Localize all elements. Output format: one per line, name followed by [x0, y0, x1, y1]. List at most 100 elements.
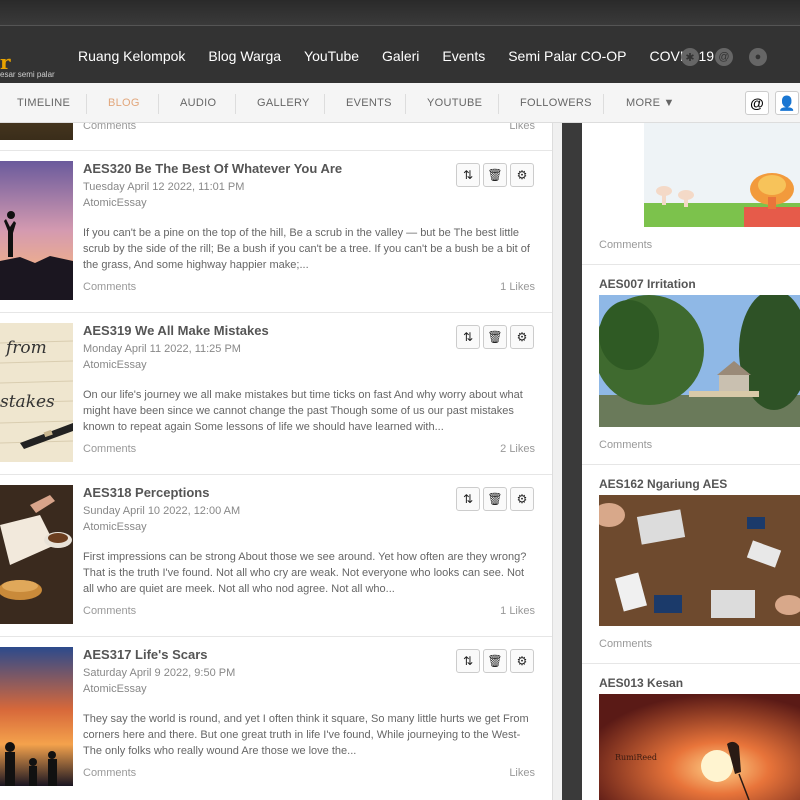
card-divider [582, 464, 800, 465]
post-thumbnail[interactable] [0, 647, 73, 786]
feed-scrollbar[interactable] [552, 123, 562, 800]
edit-settings-button[interactable]: ⇅ [456, 649, 480, 673]
post-excerpt: If you can't be a pine on the top of the… [83, 227, 530, 271]
subnav-divider [86, 94, 87, 114]
post-date: Tuesday April 12 2022, 11:01 PM [83, 181, 245, 193]
edit-settings-button[interactable]: ⇅ [456, 163, 480, 187]
post-title[interactable]: AES317 Life's Scars [83, 647, 208, 662]
subnav-divider [603, 94, 604, 114]
subnav-divider [405, 94, 406, 114]
tab-more[interactable]: MORE ▼ [626, 97, 675, 109]
tab-events[interactable]: EVENTS [346, 97, 392, 109]
post-date: Sunday April 10 2022, 12:00 AM [83, 505, 241, 517]
post-category[interactable]: AtomicEssay [83, 683, 147, 695]
gear-icon: ⚙ [516, 654, 528, 668]
sunset-silhouette-image [0, 161, 73, 300]
delete-button[interactable]: 🗑 [483, 649, 507, 673]
sliders-icon: ⇅ [462, 168, 474, 182]
likes-count[interactable]: 1 Likes [500, 605, 535, 617]
delete-button[interactable]: 🗑 [483, 487, 507, 511]
at-icon: @ [750, 95, 764, 111]
post-title[interactable]: AES319 We All Make Mistakes [83, 323, 269, 338]
notebook-image: from stakes [0, 323, 73, 462]
gear-button[interactable]: ⚙ [510, 487, 534, 511]
sliders-icon: ⇅ [462, 654, 474, 668]
comments-link[interactable]: Comments [599, 439, 652, 451]
edit-settings-button[interactable]: ⇅ [456, 325, 480, 349]
header-icons: ✱ @ ● [681, 48, 767, 66]
trash-icon: 🗑 [487, 168, 503, 182]
likes-count[interactable]: Likes [509, 767, 535, 779]
post-thumbnail[interactable]: from stakes [0, 323, 73, 462]
comments-link[interactable]: Comments [83, 605, 136, 617]
post-thumbnail[interactable] [0, 485, 73, 624]
sidebar-card-title[interactable]: AES013 Kesan [599, 676, 683, 690]
comments-link[interactable]: Comments [83, 443, 136, 455]
nav-youtube[interactable]: YouTube [304, 48, 359, 64]
tab-timeline[interactable]: TIMELINE [17, 97, 70, 109]
delete-button[interactable]: 🗑 [483, 163, 507, 187]
nav-events[interactable]: Events [442, 48, 485, 64]
sidebar-card-title[interactable]: AES162 Ngariung AES [599, 477, 727, 491]
likes-count[interactable]: Likes [509, 123, 535, 132]
trash-icon: 🗑 [487, 654, 503, 668]
tab-blog[interactable]: BLOG [108, 97, 140, 109]
sidebar-card-title[interactable]: AES007 Irritation [599, 277, 696, 291]
mention-button[interactable]: @ [745, 91, 769, 115]
comments-link[interactable]: Comments [599, 239, 652, 251]
gear-button[interactable]: ⚙ [510, 163, 534, 187]
nav-blog-warga[interactable]: Blog Warga [208, 48, 281, 64]
browser-strip [0, 0, 800, 26]
paw-icon[interactable]: ✱ [681, 48, 699, 66]
gear-icon: ⚙ [516, 330, 528, 344]
subnav-divider [158, 94, 159, 114]
post-title[interactable]: AES320 Be The Best Of Whatever You Are [83, 161, 342, 176]
edit-settings-button[interactable]: ⇅ [456, 487, 480, 511]
likes-count[interactable]: 2 Likes [500, 443, 535, 455]
delete-button[interactable]: 🗑 [483, 325, 507, 349]
tab-gallery[interactable]: GALLERY [257, 97, 310, 109]
post-thumbnail[interactable] [0, 123, 73, 140]
subnav-divider [498, 94, 499, 114]
sidebar-card-image[interactable] [599, 495, 800, 626]
garden-trees-image [599, 295, 800, 427]
post-excerpt: First impressions can be strong About th… [83, 551, 527, 595]
sidebar-card-image[interactable] [644, 123, 800, 227]
post-thumbnail[interactable] [0, 161, 73, 300]
nav-galeri[interactable]: Galeri [382, 48, 419, 64]
nav-ruang-kelompok[interactable]: Ruang Kelompok [78, 48, 185, 64]
profile-subnav: TIMELINE BLOG AUDIO GALLERY EVENTS YOUTU… [0, 83, 800, 123]
post-divider [0, 312, 552, 313]
comments-link[interactable]: Comments [599, 638, 652, 650]
bell-icon[interactable]: ● [749, 48, 767, 66]
thumb-text-from: from [4, 338, 47, 358]
post-date: Saturday April 9 2022, 9:50 PM [83, 667, 236, 679]
post-category[interactable]: AtomicEssay [83, 359, 147, 371]
comments-link[interactable]: Comments [83, 281, 136, 293]
gear-button[interactable]: ⚙ [510, 325, 534, 349]
sunset-bird-image: RumiReed [599, 694, 800, 800]
tab-audio[interactable]: AUDIO [180, 97, 216, 109]
post-title[interactable]: AES318 Perceptions [83, 485, 209, 500]
sidebar-card-image[interactable]: RumiReed [599, 694, 800, 800]
nav-semi-palar-coop[interactable]: Semi Palar CO-OP [508, 48, 626, 64]
post-category[interactable]: AtomicEssay [83, 521, 147, 533]
sidebar-card-image[interactable] [599, 295, 800, 427]
comments-link[interactable]: Comments [83, 767, 136, 779]
sidebar-feed: Comments AES007 Irritation Comments AES1… [582, 123, 800, 800]
sliders-icon: ⇅ [462, 492, 474, 506]
reading-coffee-image [0, 485, 73, 624]
main-nav: Ruang Kelompok Blog Warga YouTube Galeri… [78, 48, 737, 64]
post-excerpt: They say the world is round, and yet I o… [83, 713, 529, 757]
tab-youtube[interactable]: YOUTUBE [427, 97, 482, 109]
post-category[interactable]: AtomicEssay [83, 197, 147, 209]
at-icon[interactable]: @ [715, 48, 733, 66]
tab-followers[interactable]: FOLLOWERS [520, 97, 592, 109]
follow-button[interactable]: 👤 [775, 91, 799, 115]
comments-link[interactable]: Comments [83, 123, 136, 132]
likes-count[interactable]: 1 Likes [500, 281, 535, 293]
post-divider [0, 474, 552, 475]
cartoon-explosion-image [644, 123, 800, 227]
add-user-icon: 👤 [778, 94, 796, 111]
gear-button[interactable]: ⚙ [510, 649, 534, 673]
